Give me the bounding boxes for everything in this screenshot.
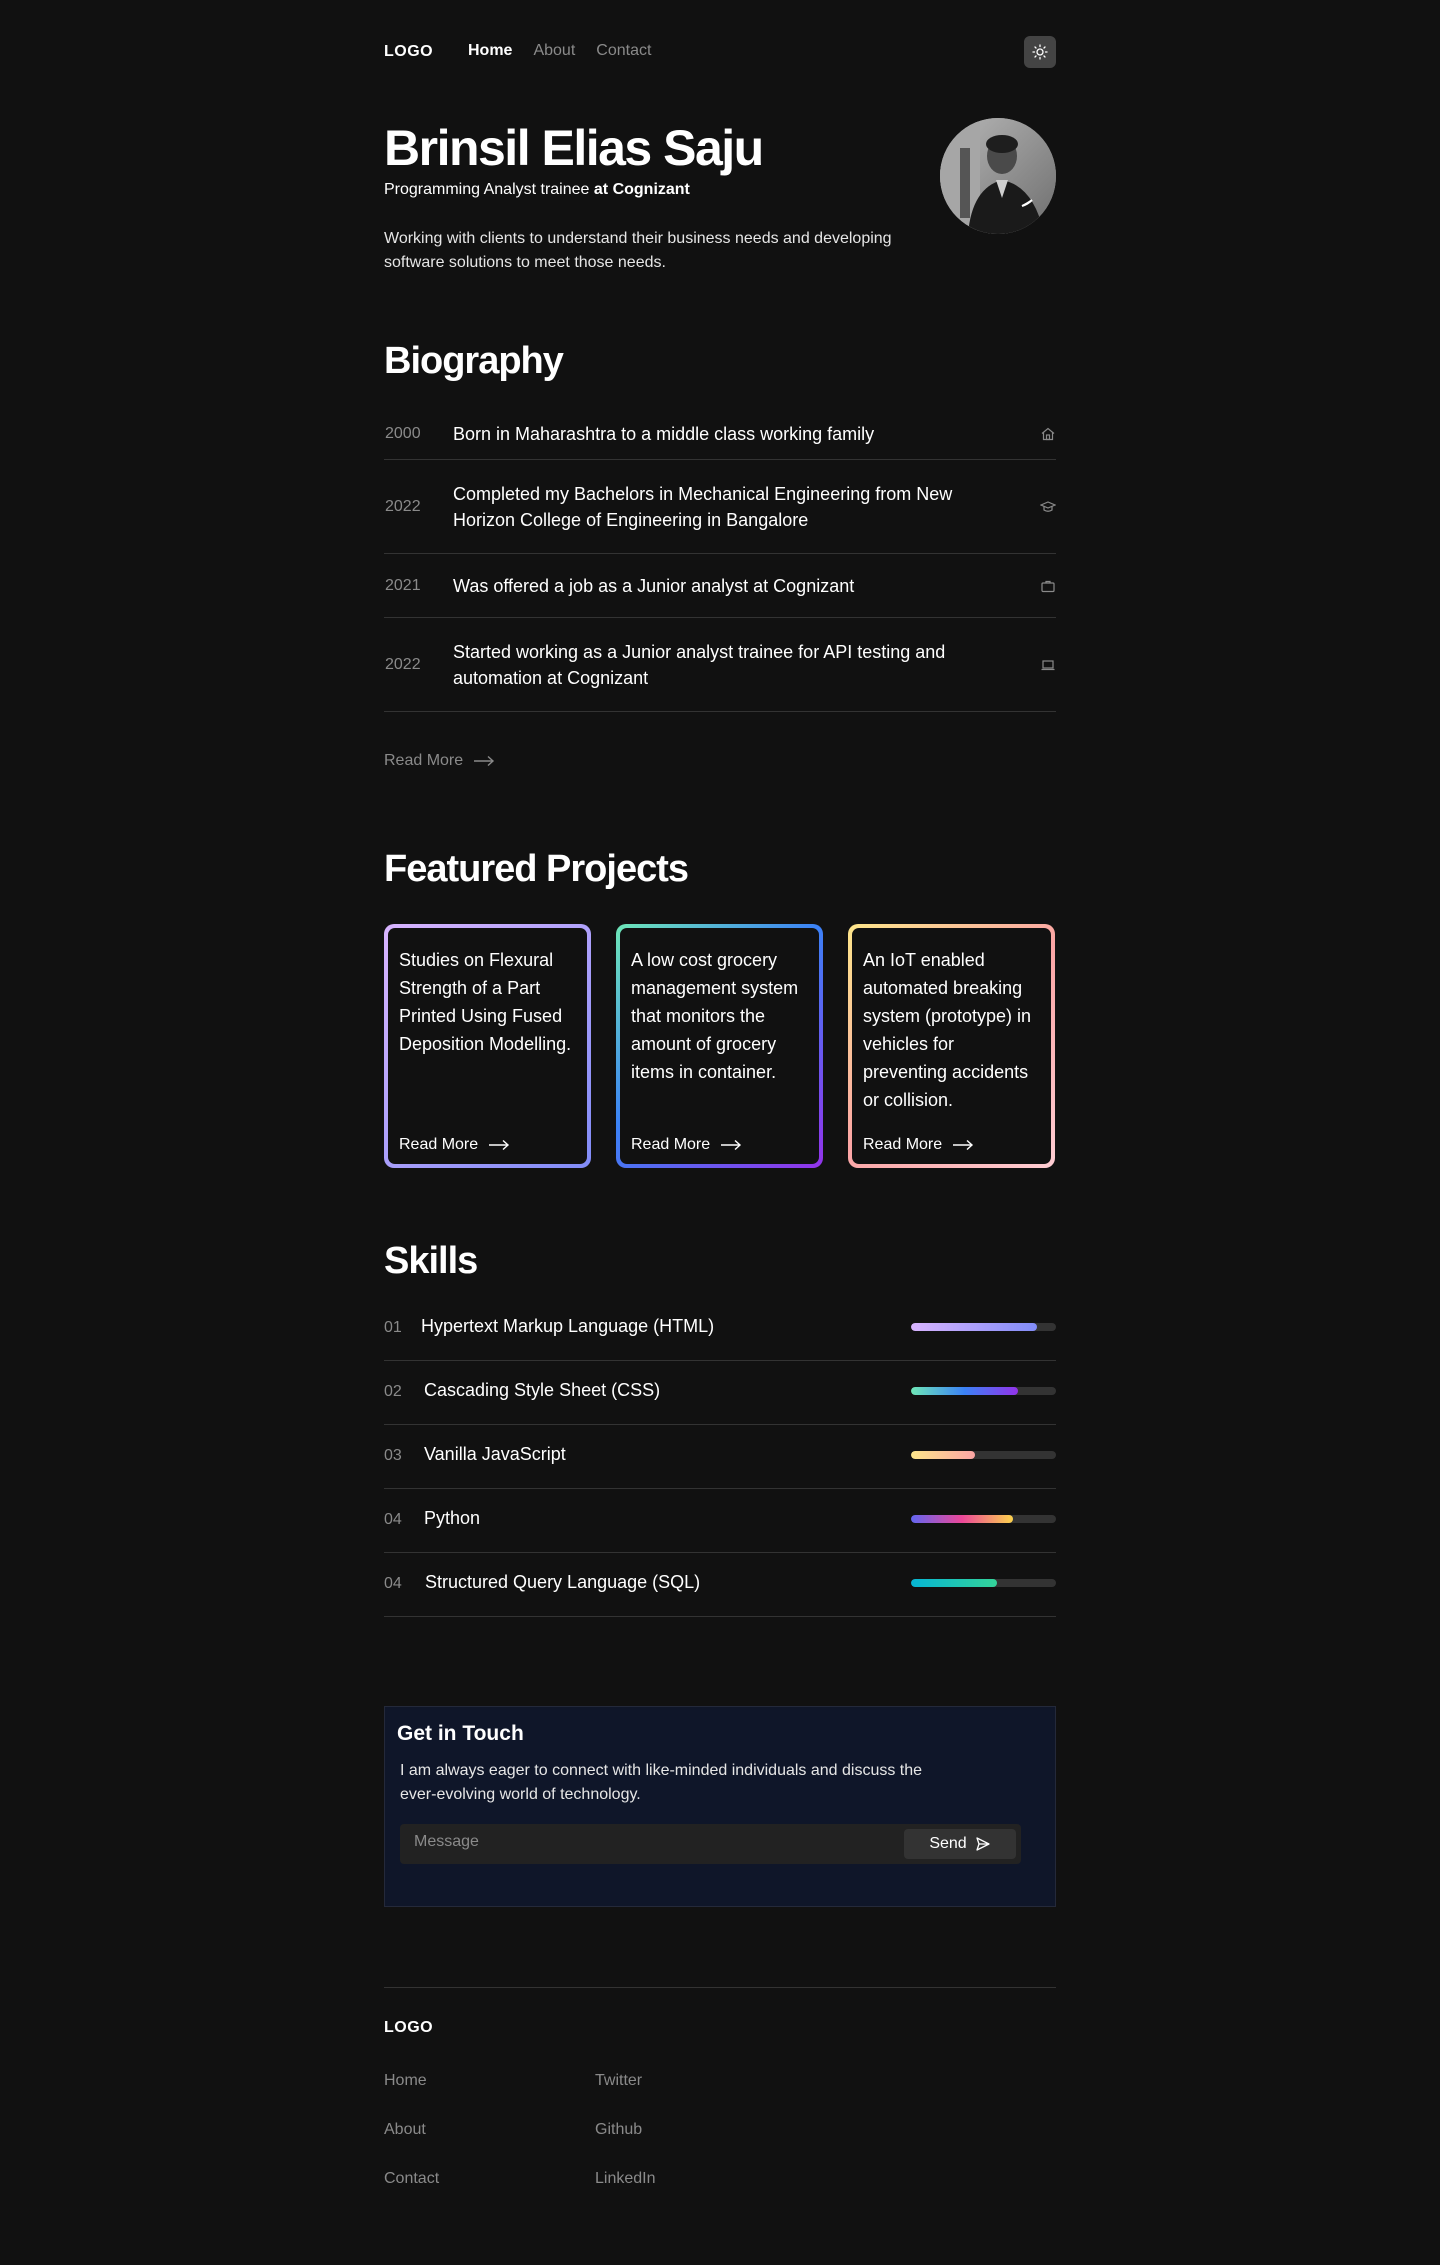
skill-progress-fill: [911, 1323, 1038, 1331]
bio-text: Born in Maharashtra to a middle class wo…: [453, 423, 875, 444]
top-nav: LOGO Home About Contact: [384, 34, 1056, 70]
skill-row: 01 Hypertext Markup Language (HTML): [384, 1297, 1056, 1361]
skill-number: 04: [384, 1575, 402, 1592]
skills-title: Skills: [384, 1240, 478, 1282]
bio-row: 2022 Completed my Bachelors in Mechanica…: [384, 460, 1056, 554]
skill-name: Python: [424, 1508, 481, 1528]
skill-progress-fill: [911, 1387, 1019, 1395]
arrow-right-icon: [474, 755, 495, 767]
skill-name: Vanilla JavaScript: [424, 1444, 566, 1464]
footer-contact-link[interactable]: Contact: [384, 2170, 439, 2188]
project-read-more-link[interactable]: Read More: [863, 1136, 974, 1154]
skill-name: Cascading Style Sheet (CSS): [424, 1380, 661, 1400]
skill-progress-fill: [911, 1579, 997, 1587]
project-read-more-link[interactable]: Read More: [631, 1136, 742, 1154]
footer-twitter-link[interactable]: Twitter: [595, 2072, 642, 2090]
read-more-label: Read More: [399, 1136, 479, 1153]
skill-number: 03: [384, 1447, 402, 1464]
project-card-body: A low cost grocery management system tha…: [620, 928, 819, 1164]
projects-title: Featured Projects: [384, 848, 689, 890]
skill-number: 01: [384, 1319, 402, 1336]
read-more-label: Read More: [863, 1136, 943, 1153]
skill-progress-fill: [911, 1451, 975, 1459]
read-more-label: Read More: [384, 752, 464, 769]
skill-row: 04 Structured Query Language (SQL): [384, 1553, 1056, 1617]
nav-links: Home About Contact: [468, 42, 651, 60]
home-icon: [1041, 427, 1055, 440]
skill-progress-bar: [911, 1451, 1056, 1459]
bio-row: 2021 Was offered a job as a Junior analy…: [384, 554, 1056, 618]
footer-logo[interactable]: LOGO: [384, 2019, 433, 2037]
bio-text: Was offered a job as a Junior analyst at…: [453, 575, 855, 596]
bio-text: Started working as a Junior analyst trai…: [453, 641, 946, 688]
skill-row: 04 Python: [384, 1489, 1056, 1553]
skill-progress-bar: [911, 1515, 1056, 1523]
biography-read-more-link[interactable]: Read More: [384, 752, 495, 770]
send-icon: [976, 1837, 990, 1851]
hero-name: Brinsil Elias Saju: [384, 120, 764, 176]
skill-row: 03 Vanilla JavaScript: [384, 1425, 1056, 1489]
arrow-right-icon: [953, 1139, 974, 1151]
bio-year: 2000: [385, 424, 421, 442]
skill-progress-bar: [911, 1323, 1056, 1331]
send-button[interactable]: Send: [904, 1829, 1016, 1859]
bio-row: 2022 Started working as a Junior analyst…: [384, 618, 1056, 712]
footer-divider: [384, 1987, 1056, 1988]
read-more-label: Read More: [631, 1136, 711, 1153]
bio-year: 2021: [385, 576, 421, 594]
project-description: An IoT enabled automated breaking system…: [863, 950, 1032, 1110]
hero-role-company: at Cognizant: [593, 181, 690, 198]
arrow-right-icon: [489, 1139, 510, 1151]
contact-description: I am always eager to connect with like-m…: [400, 1762, 923, 1803]
footer-home-link[interactable]: Home: [384, 2072, 427, 2090]
nav-about-link[interactable]: About: [533, 42, 575, 60]
contact-section: Get in Touch I am always eager to connec…: [384, 1706, 1056, 1907]
laptop-icon: [1041, 659, 1055, 670]
hero-description: Working with clients to understand their…: [384, 230, 892, 271]
send-label: Send: [929, 1835, 967, 1852]
skill-progress-bar: [911, 1579, 1056, 1587]
project-card[interactable]: Studies on Flexural Strength of a Part P…: [384, 924, 591, 1168]
project-description: A low cost grocery management system tha…: [631, 950, 799, 1082]
nav-home-link[interactable]: Home: [468, 42, 512, 60]
bio-text: Completed my Bachelors in Mechanical Eng…: [453, 483, 953, 530]
sun-icon: [1032, 44, 1048, 60]
footer-about-link[interactable]: About: [384, 2121, 426, 2139]
project-card-body: An IoT enabled automated breaking system…: [852, 928, 1051, 1164]
bio-year: 2022: [385, 655, 421, 673]
project-read-more-link[interactable]: Read More: [399, 1136, 510, 1154]
arrow-right-icon: [721, 1139, 742, 1151]
project-card[interactable]: An IoT enabled automated breaking system…: [848, 924, 1055, 1168]
skill-name: Structured Query Language (SQL): [425, 1572, 701, 1592]
message-input[interactable]: [414, 1833, 894, 1851]
skill-number: 02: [384, 1383, 402, 1400]
project-card-body: Studies on Flexural Strength of a Part P…: [388, 928, 587, 1164]
bio-row: 2000 Born in Maharashtra to a middle cla…: [384, 408, 1056, 460]
footer-github-link[interactable]: Github: [595, 2121, 642, 2139]
contact-title: Get in Touch: [397, 1722, 524, 1745]
avatar-photo: [940, 118, 1056, 234]
skill-row: 02 Cascading Style Sheet (CSS): [384, 1361, 1056, 1425]
footer-linkedin-link[interactable]: LinkedIn: [595, 2170, 656, 2188]
skill-progress-bar: [911, 1387, 1056, 1395]
project-description: Studies on Flexural Strength of a Part P…: [399, 950, 572, 1054]
message-form: Send: [400, 1824, 1021, 1864]
skill-name: Hypertext Markup Language (HTML): [421, 1316, 715, 1336]
graduation-cap-icon: [1040, 500, 1056, 512]
skill-number: 04: [384, 1511, 402, 1528]
biography-title: Biography: [384, 340, 564, 382]
logo[interactable]: LOGO: [384, 43, 433, 61]
skill-progress-fill: [911, 1515, 1013, 1523]
bio-year: 2022: [385, 497, 421, 515]
avatar: [940, 118, 1056, 234]
briefcase-icon: [1041, 580, 1055, 592]
project-card[interactable]: A low cost grocery management system tha…: [616, 924, 823, 1168]
hero-role-title: Programming Analyst trainee: [384, 181, 590, 198]
hero-role: Programming Analyst trainee at Cognizant: [384, 181, 690, 199]
nav-contact-link[interactable]: Contact: [596, 42, 651, 60]
theme-toggle-button[interactable]: [1024, 36, 1056, 68]
